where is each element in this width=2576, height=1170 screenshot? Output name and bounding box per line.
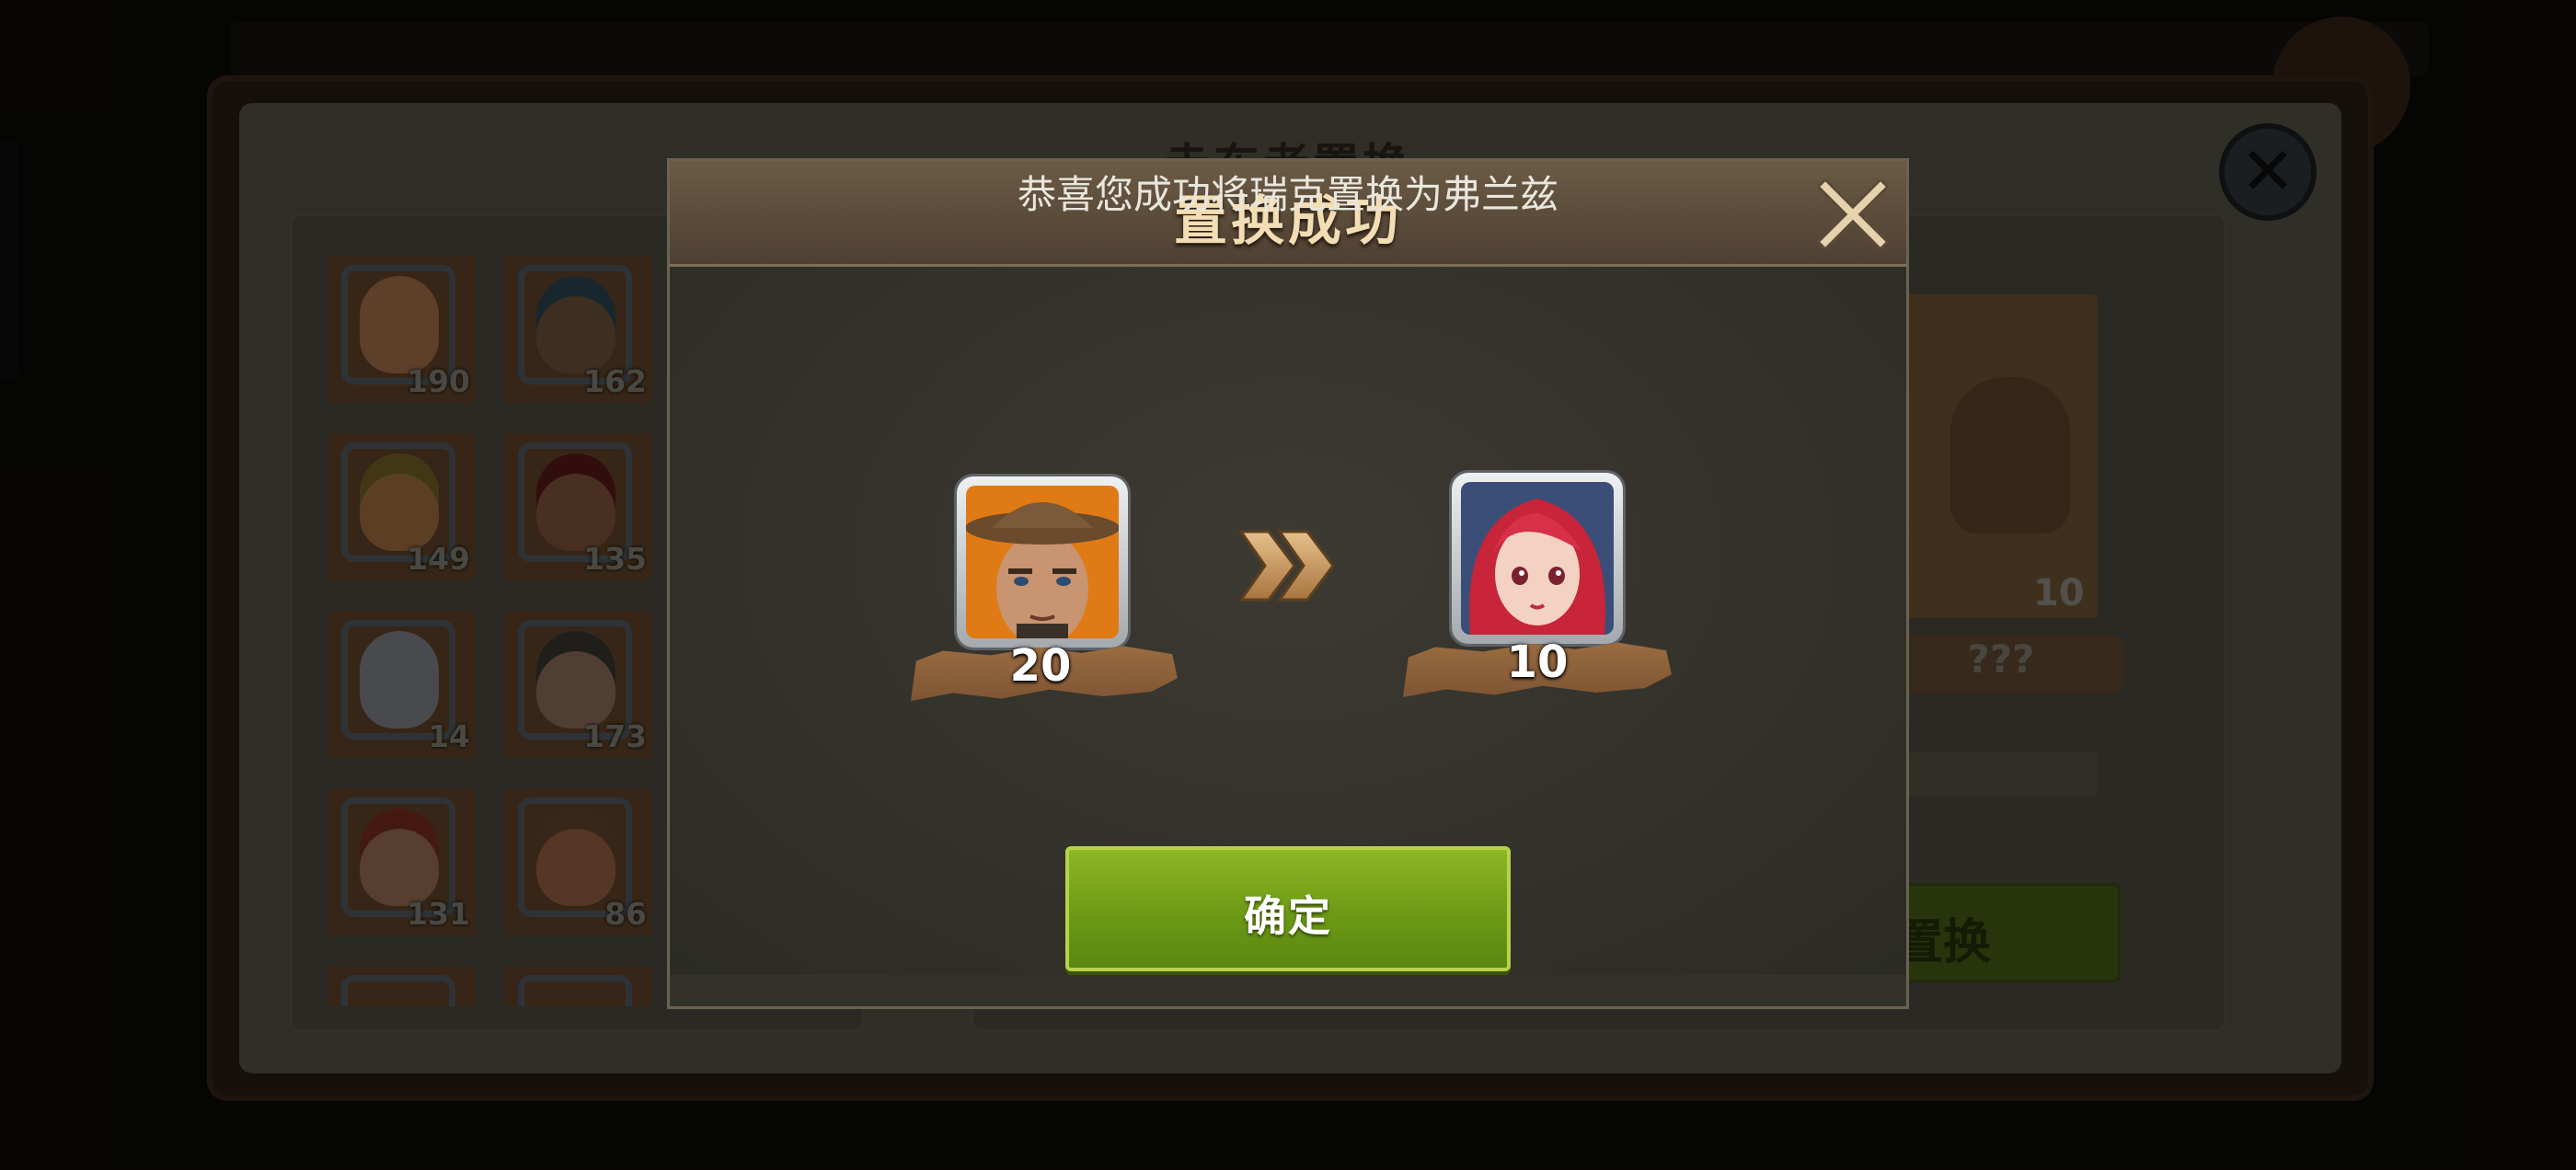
to-hero-portrait [1461, 482, 1614, 635]
confirm-button[interactable]: 确定 [1065, 846, 1511, 971]
double-chevron-right-icon [1237, 528, 1339, 603]
from-hero-portrait [966, 486, 1119, 638]
to-hero-card [1452, 473, 1623, 644]
to-hero-count: 10 [1506, 637, 1569, 688]
from-hero-count: 20 [1009, 640, 1072, 692]
confirm-button-label: 确定 [1244, 891, 1332, 941]
dialog-message: 恭喜您成功将瑞克置换为弗兰兹 [1017, 172, 1558, 217]
from-hero-card [957, 476, 1128, 648]
